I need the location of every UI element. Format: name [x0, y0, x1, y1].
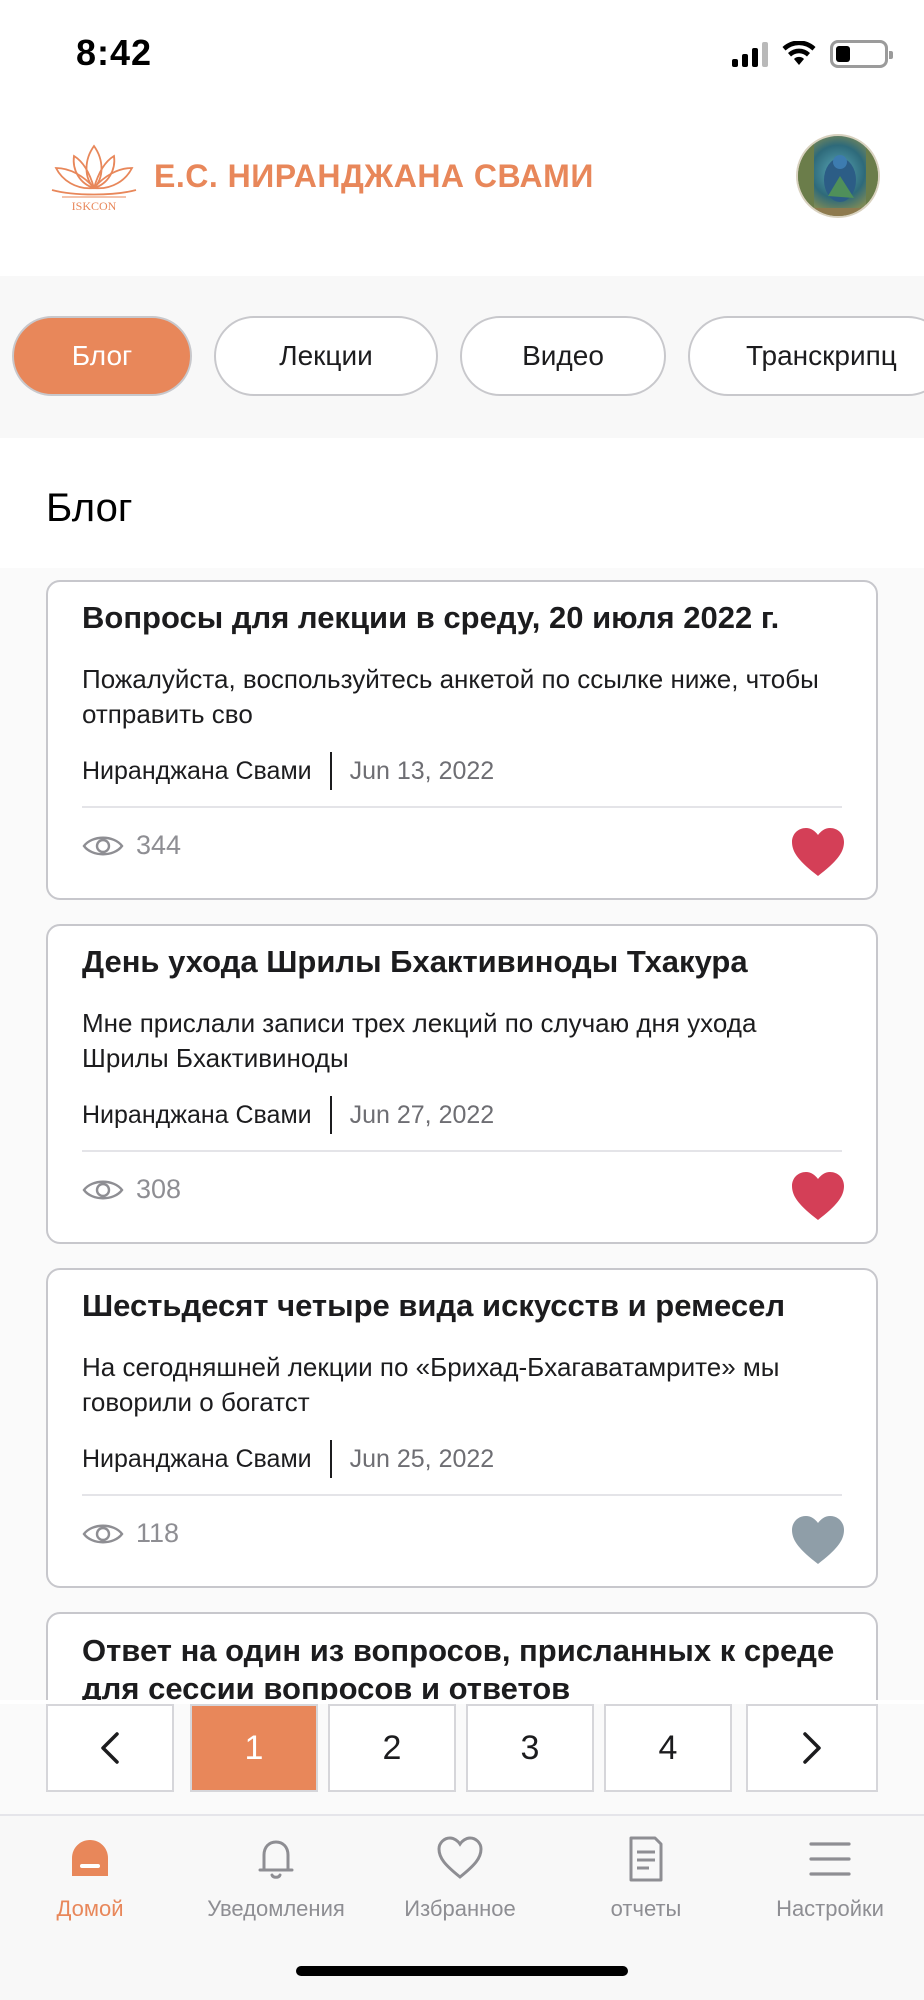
post-date: Jun 27, 2022 — [349, 1100, 495, 1129]
nav-notifications-label: Уведомления — [207, 1896, 345, 1921]
battery-icon — [830, 40, 893, 68]
nav-home-label: Домой — [56, 1896, 124, 1921]
tab-video[interactable]: Видео — [460, 316, 666, 396]
card-divider — [82, 1150, 842, 1152]
post-excerpt: Пожалуйста, воспользуйтесь анкетой по сс… — [82, 664, 819, 729]
favorite-heart-icon[interactable] — [790, 826, 846, 878]
chevron-left-icon — [101, 1732, 119, 1764]
post-list: Вопросы для лекции в среду, 20 июля 2022… — [0, 568, 924, 1700]
status-time: 8:42 — [76, 32, 153, 73]
nav-settings-label: Настройки — [776, 1896, 884, 1921]
category-tab-strip: Блог Лекции Видео Транскрипц — [0, 276, 924, 438]
status-bar: 8:42 — [0, 0, 924, 110]
menu-icon — [809, 1842, 851, 1876]
cellular-signal-icon — [732, 41, 768, 67]
post-title[interactable]: Вопросы для лекции в среду, 20 июля 2022… — [82, 600, 779, 636]
tab-transcripts[interactable]: Транскрипц — [688, 316, 924, 396]
home-icon — [72, 1840, 108, 1876]
post-title[interactable]: День ухода Шрилы Бхактивиноды Тхакура — [82, 944, 748, 980]
tab-blog[interactable]: Блог — [12, 316, 192, 396]
page-button-4[interactable]: 4 — [604, 1704, 732, 1792]
favorite-heart-icon[interactable] — [790, 1170, 846, 1222]
nav-settings[interactable]: Настройки — [740, 1834, 920, 1922]
nav-reports-label: отчеты — [610, 1896, 682, 1921]
post-card[interactable]: Вопросы для лекции в среду, 20 июля 2022… — [46, 580, 878, 900]
tab-lectures[interactable]: Лекции — [214, 316, 438, 396]
eye-icon — [82, 836, 124, 855]
avatar-image — [798, 136, 878, 216]
document-icon — [629, 1836, 663, 1882]
post-date: Jun 25, 2022 — [349, 1444, 495, 1473]
post-card[interactable]: Ответ на один из вопросов, присланных к … — [46, 1612, 878, 1700]
iskcon-lotus-logo: ISKCON — [51, 144, 137, 213]
post-author: Ниранджана Свами — [82, 1444, 312, 1473]
status-icons — [732, 40, 893, 68]
post-date: Jun 13, 2022 — [349, 756, 495, 785]
post-excerpt: Мне прислали записи трех лекций по случа… — [82, 1008, 757, 1073]
view-count: 344 — [136, 830, 182, 860]
chevron-right-icon — [803, 1732, 821, 1764]
pagination: 1 2 3 4 — [0, 1704, 924, 1814]
post-views: 308 — [82, 1174, 181, 1205]
post-meta: Ниранджана Свами Jun 27, 2022 — [82, 1096, 494, 1134]
post-author: Ниранджана Свами — [82, 1100, 312, 1129]
card-divider — [82, 806, 842, 808]
favorite-heart-icon[interactable] — [790, 1514, 846, 1566]
svg-text:ISKCON: ISKCON — [72, 199, 117, 213]
site-title: Е.С. НИРАНДЖАНА СВАМИ — [154, 158, 594, 194]
post-card[interactable]: Шестьдесят четыре вида искусств и ремесе… — [46, 1268, 878, 1588]
post-meta: Ниранджана Свами Jun 25, 2022 — [82, 1440, 494, 1478]
eye-icon — [82, 1524, 124, 1543]
eye-icon — [82, 1180, 124, 1199]
meta-divider — [329, 752, 332, 790]
category-tabs: Блог Лекции Видео Транскрипц — [12, 316, 924, 396]
home-indicator[interactable] — [296, 1966, 628, 1976]
wifi-icon — [782, 41, 816, 65]
post-views: 118 — [82, 1518, 179, 1549]
heart-outline-icon — [437, 1836, 483, 1879]
nav-reports[interactable]: отчеты — [556, 1834, 736, 1922]
bell-icon — [258, 1840, 294, 1879]
post-meta: Ниранджана Свами Jun 13, 2022 — [82, 752, 494, 790]
post-views: 344 — [82, 830, 181, 861]
app-header: ISKCON Е.С. НИРАНДЖАНА СВАМИ — [0, 110, 924, 276]
nav-home[interactable]: Домой — [0, 1834, 180, 1922]
page-button-3[interactable]: 3 — [466, 1704, 594, 1792]
nav-favorites-label: Избранное — [404, 1896, 516, 1921]
view-count: 308 — [136, 1174, 182, 1204]
meta-divider — [329, 1440, 332, 1478]
post-author: Ниранджана Свами — [82, 756, 312, 785]
section-title: Блог — [46, 486, 133, 530]
prev-page-button[interactable] — [46, 1704, 174, 1792]
nav-favorites[interactable]: Избранное — [370, 1834, 550, 1922]
post-title[interactable]: Ответ на один из вопросов, присланных к … — [82, 1632, 852, 1700]
next-page-button[interactable] — [746, 1704, 878, 1792]
post-title[interactable]: Шестьдесят четыре вида искусств и ремесе… — [82, 1288, 785, 1324]
view-count: 118 — [136, 1518, 180, 1548]
profile-avatar[interactable] — [796, 134, 880, 218]
page-button-2[interactable]: 2 — [328, 1704, 456, 1792]
page-button-1[interactable]: 1 — [190, 1704, 318, 1792]
meta-divider — [329, 1096, 332, 1134]
post-card[interactable]: День ухода Шрилы Бхактивиноды Тхакура Мн… — [46, 924, 878, 1244]
card-divider — [82, 1494, 842, 1496]
post-excerpt: На сегодняшней лекции по «Брихад-Бхагава… — [82, 1352, 780, 1417]
nav-notifications[interactable]: Уведомления — [186, 1834, 366, 1922]
